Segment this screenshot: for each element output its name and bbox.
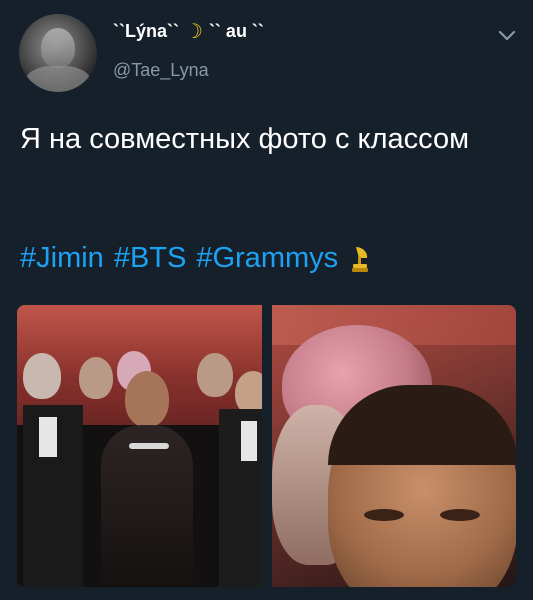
avatar-body: [25, 66, 91, 92]
hashtag-row: #Jimin #BTS #Grammys: [20, 237, 370, 280]
chevron-down-icon[interactable]: [496, 27, 518, 43]
avatar[interactable]: [19, 14, 97, 92]
user-handle[interactable]: @Tae_Lyna: [113, 60, 209, 81]
hashtag-bts[interactable]: #BTS: [114, 237, 187, 280]
zoomed-face-photo[interactable]: [271, 305, 516, 587]
crescent-moon-icon: ☽: [185, 20, 203, 43]
display-name[interactable]: ``Lýna`` ☽ `` au ``: [113, 21, 264, 42]
avatar-face: [41, 28, 75, 68]
display-name-part2: `` au ``: [208, 21, 264, 41]
media-grid: [17, 305, 516, 587]
hashtag-jimin[interactable]: #Jimin: [20, 237, 104, 280]
tweet-text: Я на совместных фото с классом: [20, 123, 470, 155]
grammy-gramophone-icon: [352, 246, 369, 272]
group-photo[interactable]: [17, 305, 262, 587]
hashtag-grammys[interactable]: #Grammys: [196, 237, 338, 280]
display-name-part1: ``Lýna``: [113, 21, 179, 41]
